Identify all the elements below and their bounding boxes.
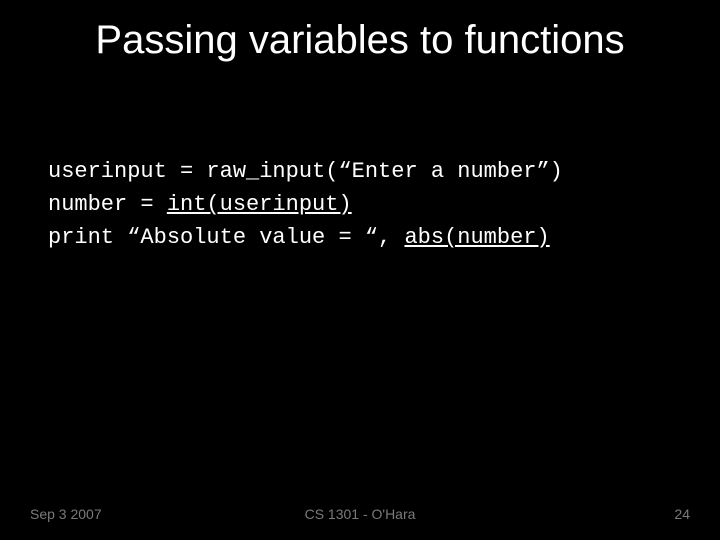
code-line-2-call: int(userinput) [167,192,352,217]
code-block: userinput = raw_input(“Enter a number”) … [48,155,672,254]
code-line-3-call: abs(number) [404,225,549,250]
code-line-3-pre: print “Absolute value = “, [48,225,404,250]
slide: Passing variables to functions userinput… [0,0,720,540]
footer-page: 24 [674,506,690,522]
slide-title: Passing variables to functions [0,0,720,63]
code-line-2-pre: number = [48,192,167,217]
code-line-1: userinput = raw_input(“Enter a number”) [48,159,563,184]
footer-course: CS 1301 - O'Hara [0,506,720,522]
